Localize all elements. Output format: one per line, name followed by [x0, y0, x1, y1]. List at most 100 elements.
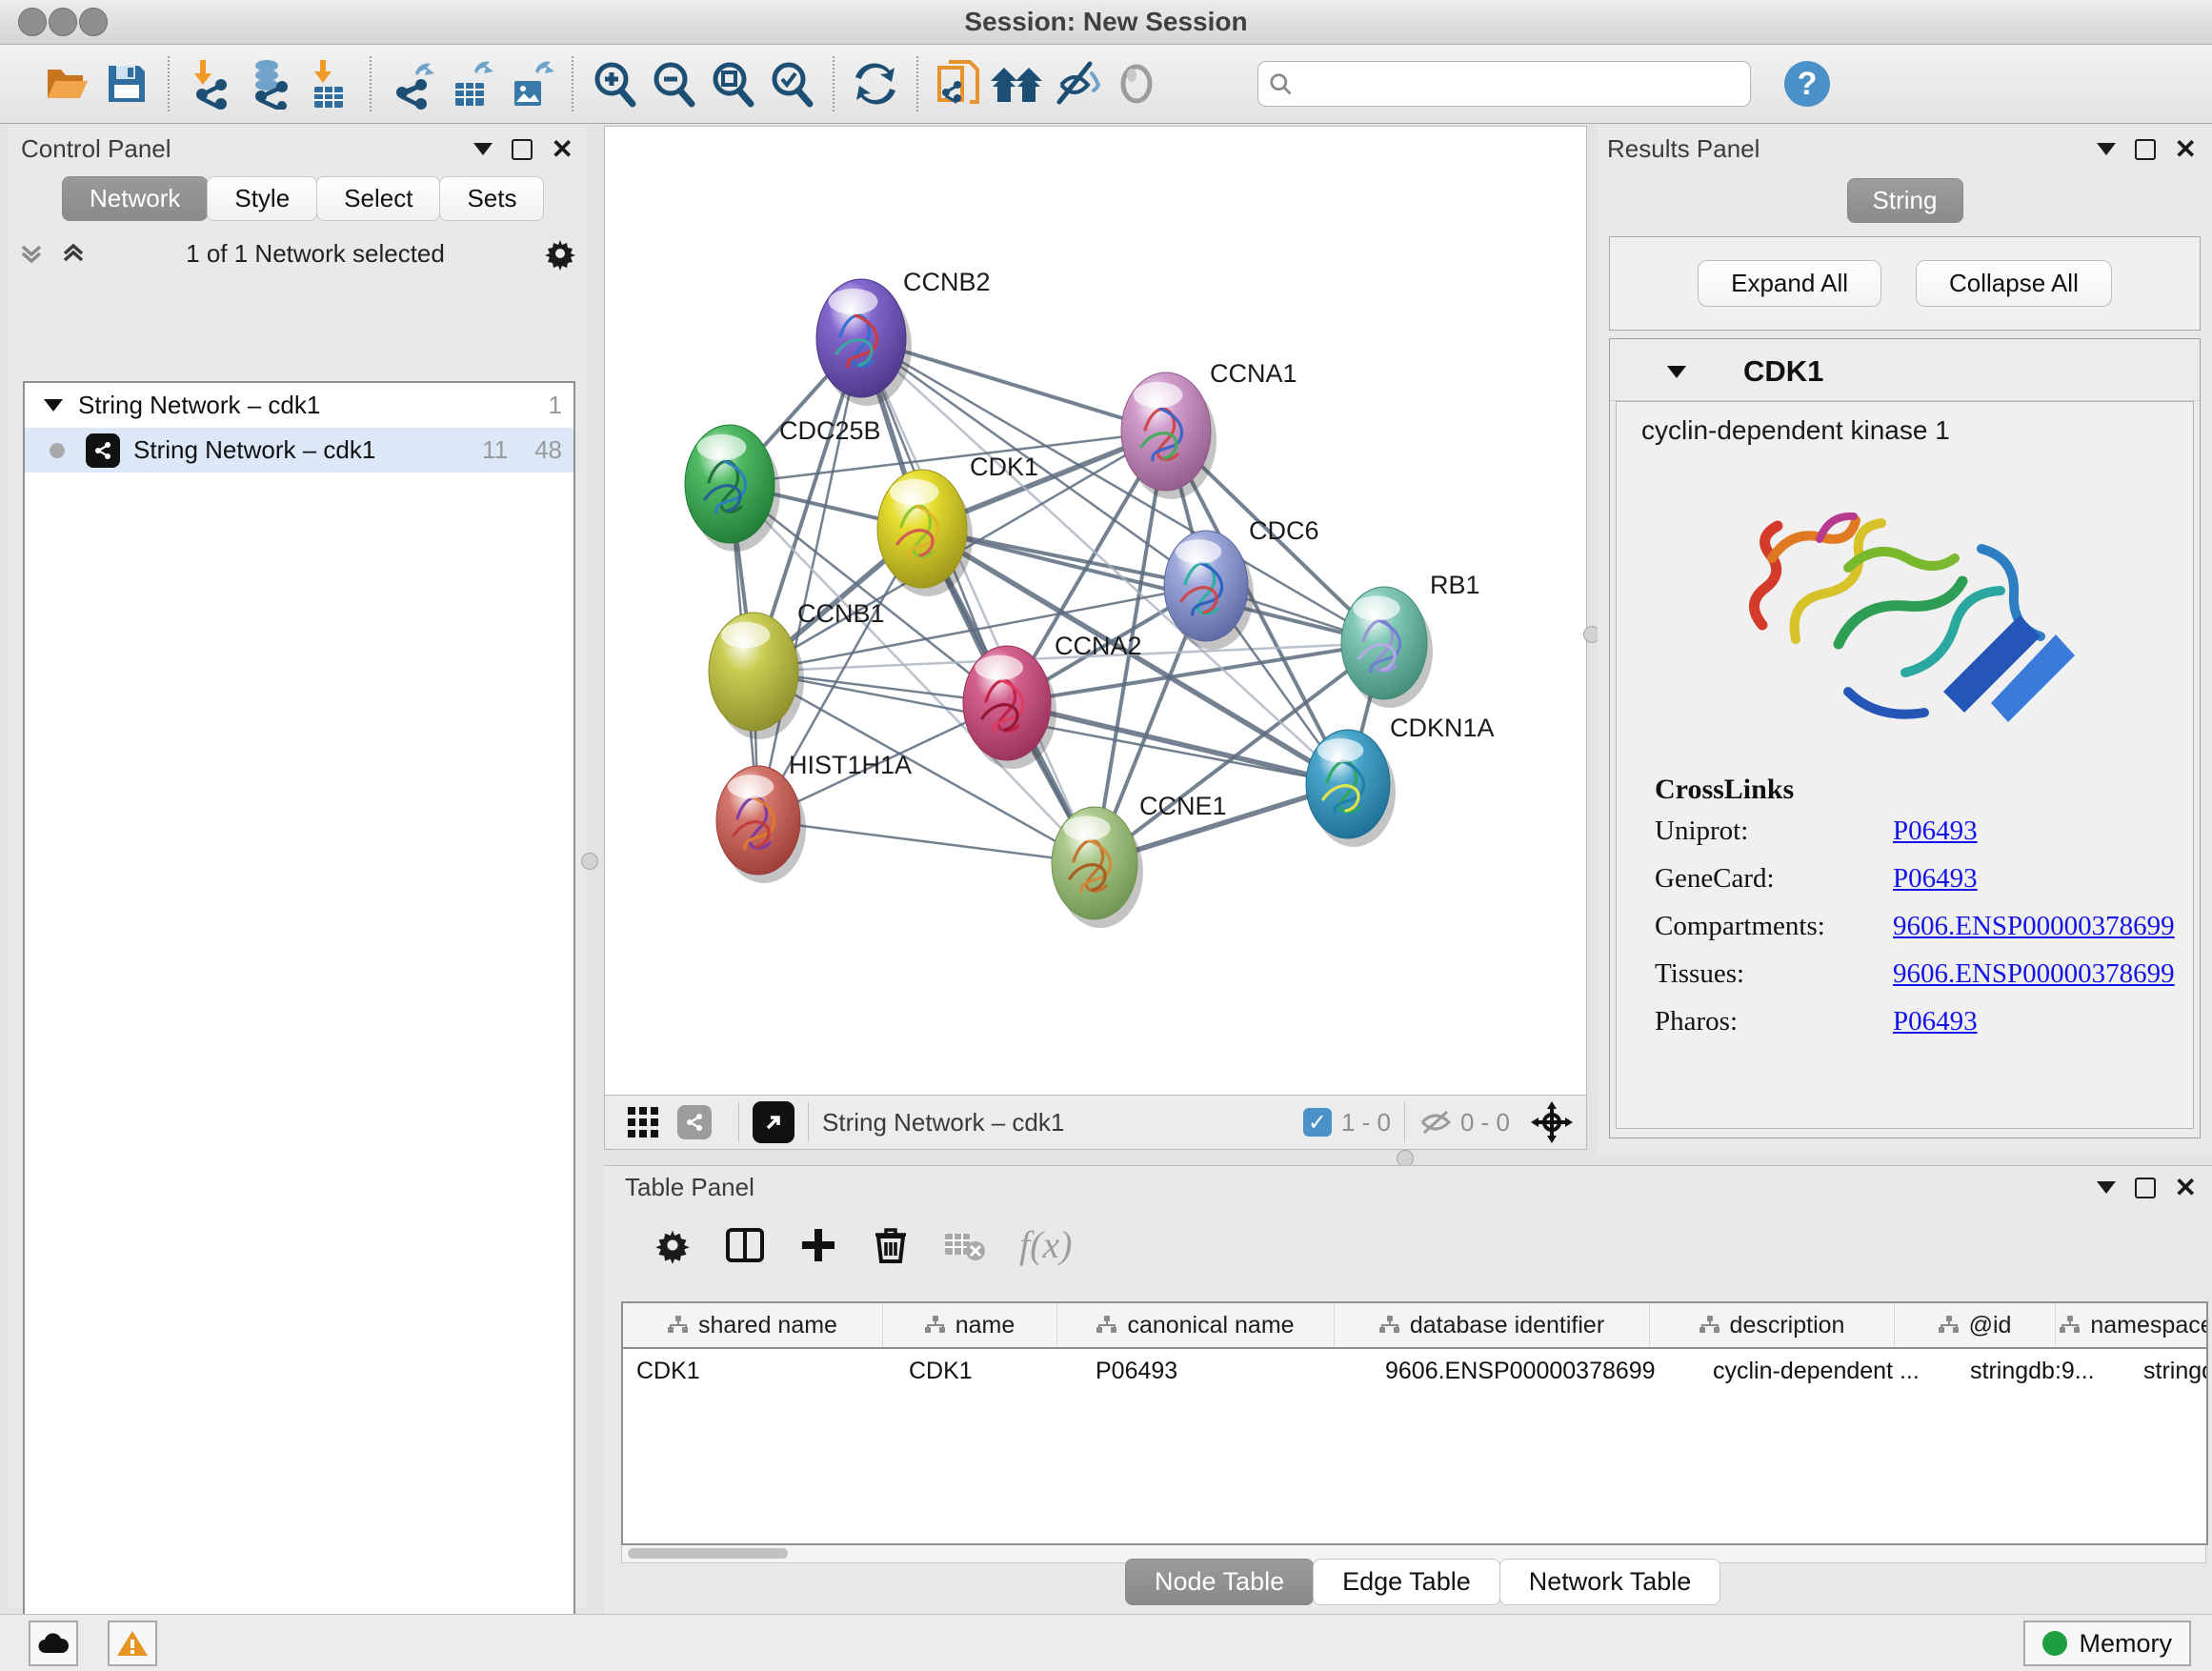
network-node-rb1[interactable]: RB1: [1341, 571, 1480, 708]
crosslink-link[interactable]: P06493: [1893, 1006, 1978, 1037]
add-column-icon[interactable]: [798, 1225, 838, 1265]
tab-select[interactable]: Select: [316, 176, 440, 221]
network-node-ccne1[interactable]: CCNE1: [1052, 792, 1227, 928]
network-node-ccnb2[interactable]: CCNB2: [816, 268, 991, 406]
float-panel-icon[interactable]: [2135, 139, 2156, 160]
network-row[interactable]: String Network – cdk1 11 48: [25, 428, 573, 473]
float-panel-icon[interactable]: [2135, 1178, 2156, 1198]
tab-edge-table[interactable]: Edge Table: [1313, 1559, 1500, 1605]
table-cell[interactable]: P06493: [1082, 1349, 1372, 1393]
memory-button[interactable]: Memory: [2023, 1621, 2191, 1666]
scrollbar-thumb[interactable]: [628, 1548, 788, 1559]
network-node-hist1h1a[interactable]: HIST1H1A: [716, 751, 912, 883]
crosslink-link[interactable]: 9606.ENSP00000378699: [1893, 958, 2175, 990]
column-header-shared-name[interactable]: shared name: [623, 1303, 883, 1347]
collection-expand-icon[interactable]: [44, 399, 63, 412]
network-options-gear-icon[interactable]: [543, 236, 577, 271]
table-gear-icon[interactable]: [654, 1226, 692, 1264]
tab-string[interactable]: String: [1847, 178, 1963, 223]
function-builder-icon[interactable]: f(x): [1019, 1222, 1073, 1267]
export-image-icon[interactable]: [501, 54, 560, 113]
column-header-canonical-name[interactable]: canonical name: [1057, 1303, 1335, 1347]
panel-menu-icon[interactable]: [473, 143, 493, 155]
export-network-icon[interactable]: [383, 54, 442, 113]
split-columns-icon[interactable]: [724, 1224, 766, 1266]
delete-column-icon[interactable]: [871, 1225, 911, 1265]
network-edge[interactable]: [1007, 703, 1348, 784]
zoom-selected-icon[interactable]: [762, 54, 821, 113]
float-panel-icon[interactable]: [512, 139, 533, 160]
locate-network-icon[interactable]: [1529, 1099, 1575, 1145]
clone-network-icon[interactable]: [930, 54, 989, 113]
close-panel-icon[interactable]: ✕: [2175, 1172, 2197, 1203]
column-header-database-identifier[interactable]: database identifier: [1335, 1303, 1650, 1347]
network-thumbnail-icon[interactable]: [677, 1105, 712, 1139]
collapse-all-icon[interactable]: [17, 239, 46, 268]
crosslink-link[interactable]: 9606.ENSP00000378699: [1893, 911, 2175, 942]
gene-card-header[interactable]: CDK1: [1610, 339, 2200, 401]
results-panel-title: Results Panel: [1607, 134, 1760, 164]
column-header-description[interactable]: description: [1650, 1303, 1895, 1347]
network-node-cdkn1a[interactable]: CDKN1A: [1306, 714, 1495, 847]
collapse-all-button[interactable]: Collapse All: [1916, 260, 2112, 307]
network-edge[interactable]: [861, 338, 1095, 863]
tab-network-table[interactable]: Network Table: [1499, 1559, 1721, 1605]
expand-all-button[interactable]: Expand All: [1698, 260, 1881, 307]
help-icon[interactable]: ?: [1778, 54, 1837, 113]
panel-menu-icon[interactable]: [2097, 1181, 2116, 1194]
crosslink-link[interactable]: P06493: [1893, 863, 1978, 895]
selected-checkbox-icon[interactable]: ✓: [1303, 1108, 1332, 1137]
tab-network[interactable]: Network: [62, 176, 208, 221]
column-header-namespace[interactable]: namespace: [2056, 1303, 2208, 1347]
grid-view-icon[interactable]: [624, 1103, 662, 1141]
clear-table-icon[interactable]: [943, 1226, 987, 1264]
table-cell[interactable]: cyclin-dependent ...: [1699, 1349, 1957, 1393]
show-panel-icon[interactable]: [1107, 54, 1166, 113]
column-header--id[interactable]: @id: [1895, 1303, 2056, 1347]
refresh-layout-icon[interactable]: [846, 54, 905, 113]
detach-view-icon[interactable]: [753, 1101, 794, 1143]
search-field[interactable]: [1257, 61, 1751, 107]
close-panel-icon[interactable]: ✕: [2175, 133, 2197, 165]
search-input[interactable]: [1293, 70, 1740, 98]
string-home-icon[interactable]: [989, 54, 1048, 113]
left-splitter-handle[interactable]: [581, 853, 598, 870]
network-collection-row[interactable]: String Network – cdk1 1: [25, 383, 573, 428]
zoom-in-icon[interactable]: [585, 54, 644, 113]
table-cell[interactable]: stringdb: [2130, 1349, 2208, 1393]
column-header-name[interactable]: name: [883, 1303, 1057, 1347]
crosslink-link[interactable]: P06493: [1893, 815, 1978, 847]
close-panel-icon[interactable]: ✕: [552, 133, 573, 165]
expand-all-icon[interactable]: [59, 239, 88, 268]
zoom-out-icon[interactable]: [644, 54, 703, 113]
panel-menu-icon[interactable]: [2097, 143, 2116, 155]
table-cell[interactable]: CDK1: [623, 1349, 895, 1393]
hide-panels-icon[interactable]: [1048, 54, 1107, 113]
tab-style[interactable]: Style: [207, 176, 317, 221]
network-node-cdc6[interactable]: CDC6: [1164, 516, 1319, 650]
network-node-cdc25b[interactable]: CDC25B: [685, 416, 881, 552]
collapse-gene-icon[interactable]: [1667, 366, 1686, 378]
cloud-button[interactable]: [29, 1621, 78, 1666]
zoom-fit-icon[interactable]: [703, 54, 762, 113]
import-network-file-icon[interactable]: [181, 54, 240, 113]
network-node-ccnb1[interactable]: CCNB1: [709, 599, 885, 739]
tab-sets[interactable]: Sets: [439, 176, 544, 221]
network-edge[interactable]: [758, 338, 861, 820]
network-edge[interactable]: [758, 820, 1095, 863]
import-network-database-icon[interactable]: [240, 54, 299, 113]
network-view[interactable]: CCNB2CCNA1CDC25BCDK1CDC6RB1CCNB1CCNA2CDK…: [604, 126, 1587, 1096]
table-cell[interactable]: 9606.ENSP00000378699: [1372, 1349, 1699, 1393]
warning-button[interactable]: [108, 1621, 157, 1666]
tab-node-table[interactable]: Node Table: [1125, 1559, 1314, 1605]
table-cell[interactable]: stringdb:9...: [1957, 1349, 2130, 1393]
hidden-eye-icon[interactable]: [1418, 1108, 1453, 1137]
export-table-icon[interactable]: [442, 54, 501, 113]
table-cell[interactable]: CDK1: [895, 1349, 1082, 1393]
network-node-ccna1[interactable]: CCNA1: [1121, 359, 1297, 499]
save-session-icon[interactable]: [97, 54, 156, 113]
import-table-icon[interactable]: [299, 54, 358, 113]
open-session-icon[interactable]: [38, 54, 97, 113]
crosslink-label: Uniprot:: [1655, 815, 1893, 847]
network-node-cdk1[interactable]: CDK1: [877, 453, 1038, 596]
